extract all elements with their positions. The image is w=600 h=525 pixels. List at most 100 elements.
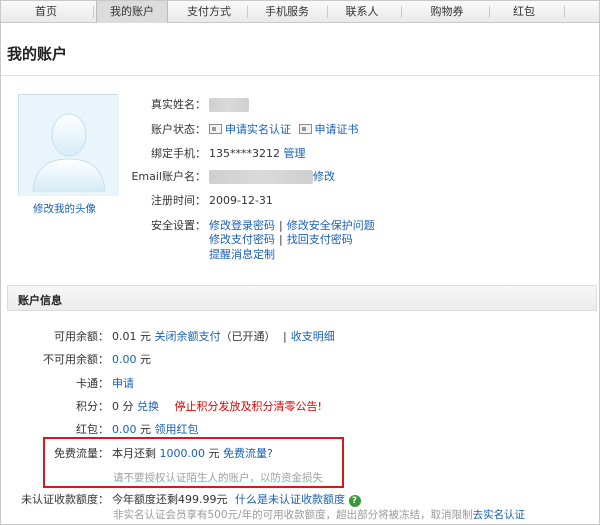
unverified-quota-row: 未认证收款额度： 今年额度还剩499.99元 什么是未认证收款额度 ? bbox=[19, 492, 599, 508]
go-real-name-link[interactable]: 去实名认证 bbox=[473, 509, 526, 521]
change-login-password-link[interactable]: 修改登录密码 bbox=[209, 219, 275, 232]
separator: | bbox=[283, 330, 287, 343]
security-links-line3: 提醒消息定制 bbox=[209, 247, 509, 263]
account-page: 首页 我的账户 支付方式 手机服务 联系人 购物券 红包 我的账户 修改我的头像 bbox=[0, 0, 600, 525]
separator: | bbox=[279, 219, 283, 232]
tab-contacts[interactable]: 联系人 bbox=[331, 1, 393, 23]
card-apply-link[interactable]: 申请 bbox=[112, 376, 134, 392]
top-nav: 首页 我的账户 支付方式 手机服务 联系人 购物券 红包 bbox=[1, 1, 599, 23]
help-icon[interactable]: ? bbox=[348, 495, 361, 507]
unverified-note-text: 非实名认证会员享有500元/年的可用收款额度，超出部分将被冻结，取消限制 bbox=[113, 509, 473, 521]
account-info-title: 账户信息 bbox=[18, 294, 62, 307]
authorization-warning: 请不要授权认证陌生人的账户，以防资金损失 bbox=[113, 472, 323, 484]
phone-label: 绑定手机： bbox=[151, 147, 206, 160]
security-links-line2: 修改支付密码 | 找回支付密码 bbox=[209, 232, 509, 248]
points-label: 积分： bbox=[76, 400, 109, 413]
page-title: 我的账户 bbox=[7, 45, 68, 63]
change-security-question-link[interactable]: 修改安全保护问题 bbox=[287, 219, 375, 232]
separator: | bbox=[279, 233, 283, 246]
nav-divider bbox=[401, 6, 402, 18]
phone-row: 绑定手机： 135****3212 管理 bbox=[111, 146, 411, 162]
security-links-line2-content: 修改支付密码 | 找回支付密码 bbox=[209, 232, 353, 248]
unverified-quota-value: 今年额度还剩499.99元 什么是未认证收款额度 ? bbox=[112, 492, 361, 508]
free-flow-label: 免费流量： bbox=[54, 447, 109, 460]
nav-divider bbox=[247, 6, 248, 18]
free-flow-amount: 1000.00 bbox=[159, 447, 206, 460]
apply-real-name-link[interactable]: 申请实名认证 bbox=[225, 123, 291, 136]
card-row: 卡通： 申请 bbox=[19, 376, 519, 392]
red-packet-label: 红包： bbox=[76, 423, 109, 436]
available-balance-row: 可用余额： 0.01 元 关闭余额支付（已开通） | 收支明细 bbox=[19, 329, 519, 345]
unverified-quota-text: 今年额度还剩499.99元 bbox=[112, 493, 228, 506]
tab-mobile-service[interactable]: 手机服务 bbox=[251, 1, 323, 23]
tab-coupons[interactable]: 购物券 bbox=[411, 1, 483, 23]
unverified-quota-note: 非实名认证会员享有500元/年的可用收款额度，超出部分将被冻结，取消限制去实名认… bbox=[113, 507, 525, 522]
nav-divider bbox=[564, 6, 565, 18]
tab-home[interactable]: 首页 bbox=[7, 1, 85, 23]
points-notice-link[interactable]: 停止积分发放及积分清零公告! bbox=[175, 400, 322, 413]
security-label: 安全设置： bbox=[151, 219, 206, 232]
real-name-label: 真实姓名： bbox=[151, 98, 206, 111]
recover-pay-password-link[interactable]: 找回支付密码 bbox=[287, 233, 353, 246]
real-name-value bbox=[209, 97, 249, 113]
opened-status: （已开通） bbox=[220, 330, 276, 343]
tab-red-packets[interactable]: 红包 bbox=[493, 1, 555, 23]
email-label: Email账户名： bbox=[131, 170, 206, 183]
available-balance-label: 可用余额： bbox=[54, 330, 109, 343]
claim-red-packet-link[interactable]: 领用红包 bbox=[155, 423, 199, 436]
currency-unit: 元 bbox=[208, 447, 220, 460]
points-row: 积分： 0 分 兑换 停止积分发放及积分清零公告! bbox=[19, 399, 519, 415]
change-pay-password-link[interactable]: 修改支付密码 bbox=[209, 233, 275, 246]
free-flow-value: 本月还剩 1000.00 元 免费流量? bbox=[112, 446, 273, 462]
phone-manage-link[interactable]: 管理 bbox=[284, 147, 306, 160]
phone-number: 135****3212 bbox=[209, 147, 280, 160]
red-packet-value: 0.00 元 领用红包 bbox=[112, 422, 199, 438]
apply-certificate-link[interactable]: 申请证书 bbox=[315, 123, 359, 136]
currency-unit: 元 bbox=[140, 353, 151, 366]
status-row: 账户状态： 申请实名认证 申请证书 bbox=[111, 122, 431, 138]
nav-divider bbox=[327, 6, 328, 18]
points-unit: 分 bbox=[122, 400, 134, 413]
free-flow-prefix: 本月还剩 bbox=[112, 447, 156, 460]
unavailable-amount[interactable]: 0.00 bbox=[112, 353, 137, 366]
avatar[interactable] bbox=[18, 94, 119, 196]
unverified-quota-label: 未认证收款额度： bbox=[21, 493, 109, 506]
nav-divider bbox=[489, 6, 490, 18]
certificate-icon bbox=[298, 124, 312, 134]
unavailable-balance-value: 0.00 元 bbox=[112, 352, 151, 368]
available-balance-value: 0.01 元 关闭余额支付（已开通） | 收支明细 bbox=[112, 329, 335, 345]
account-info-header: 账户信息 bbox=[7, 285, 597, 311]
unavailable-balance-label: 不可用余额： bbox=[43, 353, 109, 366]
currency-unit: 元 bbox=[140, 423, 151, 436]
points-redeem-link[interactable]: 兑换 bbox=[137, 400, 159, 413]
free-flow-help-link[interactable]: 免费流量? bbox=[223, 447, 273, 460]
free-flow-row: 免费流量： 本月还剩 1000.00 元 免费流量? bbox=[19, 446, 519, 462]
status-label: 账户状态： bbox=[151, 123, 206, 136]
tab-payment-methods[interactable]: 支付方式 bbox=[173, 1, 245, 23]
change-avatar-link[interactable]: 修改我的头像 bbox=[33, 201, 96, 216]
unavailable-balance-row: 不可用余额： 0.00 元 bbox=[19, 352, 519, 368]
transaction-detail-link[interactable]: 收支明细 bbox=[291, 330, 335, 343]
unverified-quota-help-link[interactable]: 什么是未认证收款额度 bbox=[235, 493, 345, 506]
real-name-row: 真实姓名： bbox=[111, 97, 411, 113]
currency-unit: 元 bbox=[140, 330, 151, 343]
user-silhouette-icon bbox=[19, 95, 119, 196]
email-row: Email账户名： 修改 bbox=[111, 169, 431, 185]
email-value: 修改 bbox=[209, 169, 335, 185]
nav-divider bbox=[93, 6, 94, 18]
tab-my-account[interactable]: 我的账户 bbox=[96, 1, 168, 23]
divider bbox=[1, 75, 599, 76]
status-value: 申请实名认证 申请证书 bbox=[209, 122, 359, 138]
id-card-icon bbox=[209, 124, 222, 134]
message-reminder-link[interactable]: 提醒消息定制 bbox=[209, 247, 275, 263]
points-amount: 0 bbox=[112, 400, 119, 413]
email-edit-link[interactable]: 修改 bbox=[313, 170, 335, 183]
red-packet-row: 红包： 0.00 元 领用红包 bbox=[19, 422, 519, 438]
available-amount: 0.01 bbox=[112, 330, 137, 343]
card-label: 卡通： bbox=[76, 377, 109, 390]
register-row: 注册时间： 2009-12-31 bbox=[111, 193, 411, 209]
points-value: 0 分 兑换 停止积分发放及积分清零公告! bbox=[112, 399, 322, 415]
register-label: 注册时间： bbox=[151, 194, 206, 207]
red-packet-amount[interactable]: 0.00 bbox=[112, 423, 137, 436]
close-balance-pay-link[interactable]: 关闭余额支付 bbox=[155, 330, 221, 343]
